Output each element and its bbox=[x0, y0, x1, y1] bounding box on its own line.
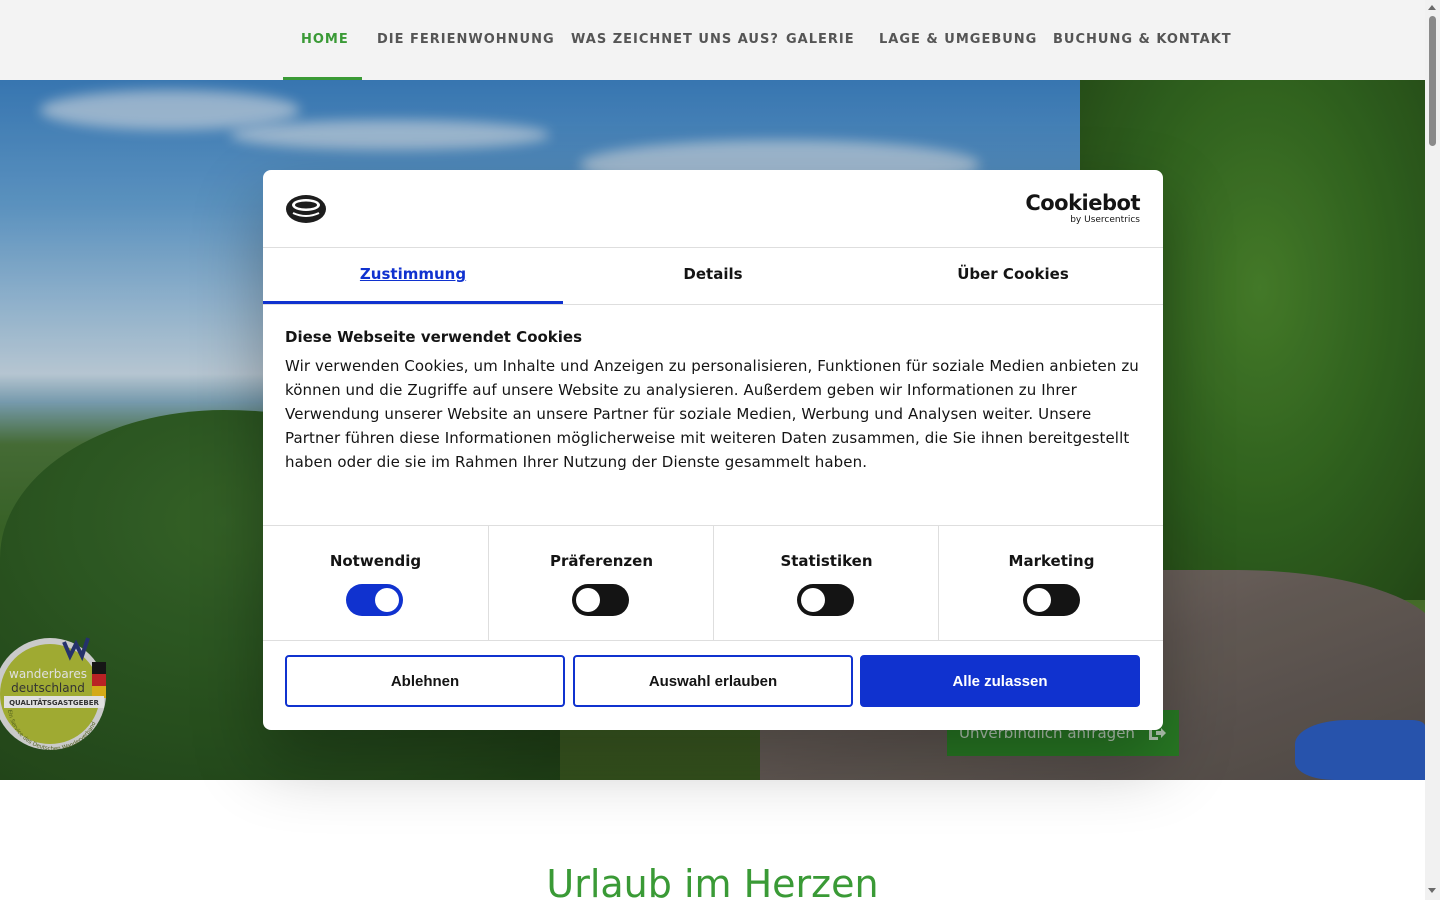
toggle-knob bbox=[375, 588, 399, 612]
dialog-title: Diese Webseite verwendet Cookies bbox=[285, 328, 583, 346]
allow-selection-button[interactable]: Auswahl erlauben bbox=[573, 655, 853, 707]
toggle-marketing[interactable] bbox=[1023, 584, 1080, 616]
category-praeferenzen: Präferenzen bbox=[488, 526, 714, 640]
active-nav-indicator bbox=[283, 77, 362, 80]
decline-button[interactable]: Ablehnen bbox=[285, 655, 565, 707]
consent-categories: Notwendig Präferenzen Statistiken Market… bbox=[263, 525, 1163, 641]
nav-item-was-zeichnet-uns-aus[interactable]: WAS ZEICHNET UNS AUS? bbox=[571, 0, 779, 80]
tab-zustimmung[interactable]: Zustimmung bbox=[263, 248, 563, 304]
category-notwendig: Notwendig bbox=[263, 526, 488, 640]
category-label: Statistiken bbox=[780, 552, 873, 570]
tab-details[interactable]: Details bbox=[563, 248, 863, 304]
toggle-praeferenzen[interactable] bbox=[572, 584, 629, 616]
toggle-notwendig[interactable] bbox=[346, 584, 403, 616]
cookiebot-logo[interactable]: Cookiebot by Usercentrics bbox=[1025, 191, 1140, 225]
category-label: Präferenzen bbox=[549, 552, 654, 570]
toggle-knob bbox=[576, 588, 600, 612]
top-navigation: HOME DIE FERIENWOHNUNG WAS ZEICHNET UNS … bbox=[0, 0, 1425, 80]
site-logo-icon bbox=[286, 195, 326, 223]
cookie-consent-dialog: Cookiebot by Usercentrics Zustimmung Det… bbox=[263, 170, 1163, 730]
cookiebot-brand-sub: by Usercentrics bbox=[1070, 215, 1140, 225]
nav-item-galerie[interactable]: GALERIE bbox=[786, 0, 855, 80]
scroll-thumb[interactable] bbox=[1429, 16, 1436, 146]
category-statistiken: Statistiken bbox=[713, 526, 939, 640]
scroll-up-arrow-icon[interactable] bbox=[1428, 5, 1436, 10]
category-label: Notwendig bbox=[329, 552, 422, 570]
dialog-tabs: Zustimmung Details Über Cookies bbox=[263, 248, 1163, 305]
allow-all-button[interactable]: Alle zulassen bbox=[860, 655, 1140, 707]
tab-ueber-cookies[interactable]: Über Cookies bbox=[863, 248, 1163, 304]
cookiebot-brand-name: Cookiebot bbox=[1025, 191, 1140, 215]
dialog-description: Wir verwenden Cookies, um Inhalte und An… bbox=[285, 357, 1139, 471]
section-heading: Urlaub im Herzen bbox=[546, 862, 879, 906]
dialog-header: Cookiebot by Usercentrics bbox=[263, 170, 1163, 248]
nav-item-ferienwohnung[interactable]: DIE FERIENWOHNUNG bbox=[377, 0, 555, 80]
page-scrollbar[interactable] bbox=[1425, 0, 1440, 900]
dialog-body: Diese Webseite verwendet Cookies Wir ver… bbox=[285, 328, 1145, 474]
toggle-knob bbox=[1027, 588, 1051, 612]
nav-item-home[interactable]: HOME bbox=[301, 0, 349, 80]
nav-item-lage-umgebung[interactable]: LAGE & UMGEBUNG bbox=[879, 0, 1037, 80]
scroll-down-arrow-icon[interactable] bbox=[1428, 888, 1436, 893]
category-marketing: Marketing bbox=[938, 526, 1163, 640]
toggle-knob bbox=[801, 588, 825, 612]
active-tab-indicator bbox=[263, 301, 563, 304]
nav-item-buchung-kontakt[interactable]: BUCHUNG & KONTAKT bbox=[1053, 0, 1232, 80]
toggle-statistiken[interactable] bbox=[797, 584, 854, 616]
category-label: Marketing bbox=[1008, 552, 1095, 570]
